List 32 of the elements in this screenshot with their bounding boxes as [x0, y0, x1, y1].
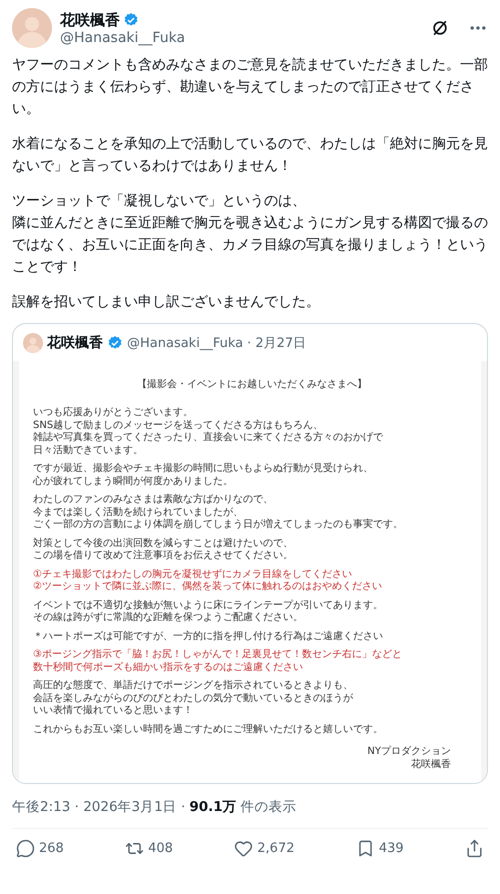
notice-paragraph: ＊ハートポーズは可能ですが、一方的に指を押し付ける行為はご遠慮ください — [33, 630, 384, 643]
quoted-handle: @Hanasaki__Fuka — [127, 336, 244, 350]
notice-paragraph: ですが最近、撮影会やチェキ撮影の時間に思いもよらぬ行動が見受けられ、 心が疲れてしまう瞬間が何度かありました。 — [33, 463, 374, 488]
share-icon — [464, 839, 484, 858]
bookmark-button[interactable]: 439 — [356, 839, 404, 858]
notice-paragraph: これからもお互い楽しい時間を過ごすためにご理解いただけると嬉しいです。 — [33, 724, 384, 736]
share-button[interactable] — [464, 839, 484, 858]
post-timestamp[interactable]: 午後2:13 · 2026年3月1日 · — [12, 798, 186, 816]
author-handle[interactable]: @Hanasaki__Fuka — [60, 30, 422, 46]
heart-icon — [234, 839, 254, 858]
notice-paragraph: イベントでは不適切な接触が無いように床にラインテープが引いてあります。 その線は跨がずに常識的な距離を保つようご配慮ください。 — [33, 600, 384, 624]
speech-bubble-icon — [16, 839, 35, 858]
notice-paragraph: いつも応援ありがとうございます。 SNS越しで励ましのメッセージを送ってくださる方はもちろん、 雑誌や写真集を買ってくださったり、直接会いに来てくださる方々のおかげで 日々活動できています。 — [33, 407, 384, 457]
notice-paragraph: わたしのファンのみなさまは素敵な方ばかりなので、 今までは楽しく活動を続けられていましたが、 ごく一部の方の言動により体調を崩してしまう日が増えてしまったのも事実です。 — [33, 494, 404, 532]
post-paragraph: 水着になることを承知の上で活動しているので、わたしは「絶対に胸元を見ないで」と言っているわけではありません！ — [12, 135, 488, 176]
quoted-author-name: 花咲楓香 — [47, 334, 103, 352]
reply-button[interactable]: 268 — [16, 839, 64, 858]
repost-button[interactable]: 408 — [125, 839, 173, 858]
post-paragraph: ヤフーのコメントも含めみなさまのご意見を読ませていただきました。一部の方にはうまく伝わらず、勘違いを与えてしまったので訂正させてください。 — [12, 56, 488, 119]
notice-warning: ③ポージング指示で「脇！お尻！しゃがんで！足裏見せて！数センチ右に」などと 数十秒間で何ポーズも細かい指示をするのはご遠慮ください — [33, 649, 403, 674]
post-paragraph: 誤解を招いてしまい申し訳ございませんでした。 — [12, 293, 321, 312]
post-paragraph: ツーショットで「凝視しないで」というのは、 隣に並んだときに至近距離で胸元を覗き込むようにガン見する構図で撮るのではなく、お互いに正面を向き、カメラ目線の写真を撮りましょう！ということです！ — [12, 192, 488, 277]
notice-title: 【撮影会・イベントにお越しいただくみなさまへ】 — [136, 378, 368, 391]
view-count: 90.1万 — [189, 798, 237, 816]
like-button[interactable]: 2,672 — [234, 839, 294, 858]
author-name[interactable]: 花咲楓香 — [60, 10, 120, 30]
notice-warning: ①チェキ撮影ではわたしの胸元を凝視せずにカメラ目線をしてください ②ツーショットで隣に並ぶ際に、偶然を装って体に触れるのはおやめください — [33, 568, 383, 594]
notice-paragraph: 対策として今後の出演回数を減らすことは避けたいので、 この場を借りて改めて注意事項をお伝えさせてください。 — [33, 538, 294, 562]
notice-paragraph: 高圧的な態度で、単語だけでポージングを指示されているときよりも、 会話を楽しみながらのびのびとわたしの気分で動いているときのほうが いい表情で撮れていると思います！ — [33, 680, 354, 718]
quoted-date: · 2月27日 — [247, 335, 306, 352]
notice-signature: NYプロダクション 花咲楓香 — [366, 746, 451, 771]
view-label: 件の表示 — [240, 798, 297, 816]
